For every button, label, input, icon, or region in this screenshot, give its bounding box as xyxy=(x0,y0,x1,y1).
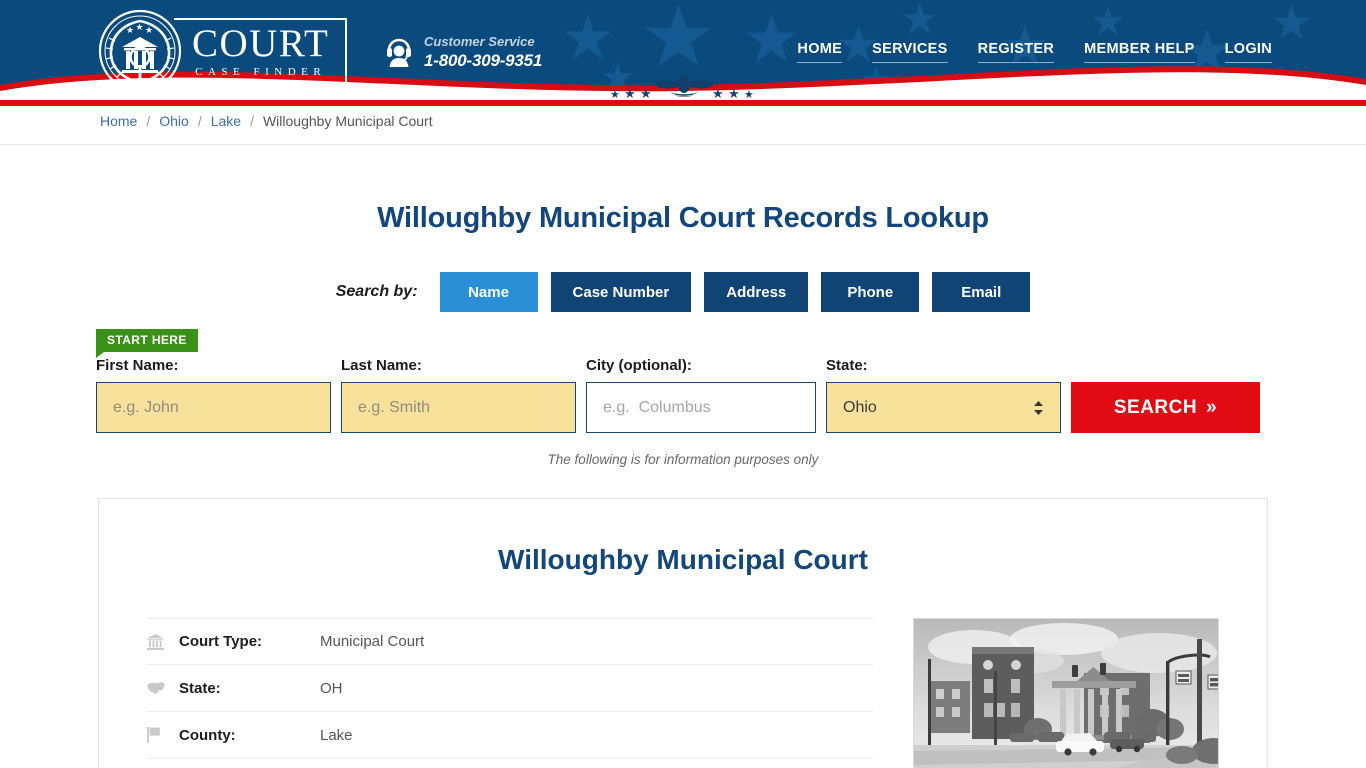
city-field-group: City (optional): xyxy=(586,357,816,433)
site-header: ★ ★ ★ ★ ★ ★ ★ ★ ★ ★ ★ ★ ★ COURT CASE FIN… xyxy=(0,0,1366,100)
search-by-label: Search by: xyxy=(335,283,418,300)
page-title: Willoughby Municipal Court Records Looku… xyxy=(377,202,989,234)
breadcrumb-item-home[interactable]: Home xyxy=(100,113,137,129)
svg-text:★: ★ xyxy=(145,25,153,35)
us-map-icon xyxy=(147,681,179,695)
breadcrumb-item-ohio[interactable]: Ohio xyxy=(159,113,189,129)
first-name-label: First Name: xyxy=(96,357,179,374)
court-info-card: Willoughby Municipal Court Court Type: M… xyxy=(98,498,1268,768)
information-notice: The following is for information purpose… xyxy=(547,452,819,467)
start-here-badge: START HERE xyxy=(96,329,198,358)
breadcrumb-item-lake[interactable]: Lake xyxy=(211,113,241,129)
detail-row-court-type: Court Type: Municipal Court xyxy=(147,618,874,665)
detail-label-state: State: xyxy=(179,679,221,697)
search-button-label: SEARCH xyxy=(1113,396,1198,418)
tab-case-number[interactable]: Case Number xyxy=(550,272,692,312)
tab-name[interactable]: Name xyxy=(439,272,538,312)
customer-service-block[interactable]: Customer Service 1-800-309-9351 xyxy=(385,33,542,71)
select-stepper-icon[interactable] xyxy=(1033,400,1044,416)
site-logo[interactable]: ★ ★ ★ COURT CASE FINDER xyxy=(98,9,348,93)
court-name-title: Willoughby Municipal Court xyxy=(498,544,868,575)
detail-row-county: County: Lake xyxy=(147,712,874,759)
breadcrumb-item-current: Willoughby Municipal Court xyxy=(262,113,433,129)
svg-text:★: ★ xyxy=(610,89,620,100)
tab-address[interactable]: Address xyxy=(704,272,809,312)
main-navigation: HOME SERVICES REGISTER MEMBER HELP LOGIN xyxy=(797,41,1272,63)
logo-wordmark: COURT xyxy=(192,21,330,65)
breadcrumb: Home / Ohio / Lake / Willoughby Municipa… xyxy=(100,113,433,129)
detail-value-court-type: Municipal Court xyxy=(320,633,425,650)
chevron-double-right-icon: » xyxy=(1206,396,1218,418)
court-seal-icon: ★ ★ ★ xyxy=(98,9,182,93)
customer-service-label: Customer Service xyxy=(424,34,535,49)
state-select[interactable]: Ohio xyxy=(826,382,1061,433)
breadcrumb-separator: / xyxy=(250,113,254,129)
search-button[interactable]: SEARCH » xyxy=(1071,382,1260,433)
nav-item-home[interactable]: HOME xyxy=(797,41,843,63)
svg-text:★: ★ xyxy=(136,22,144,32)
svg-text:★: ★ xyxy=(624,86,636,100)
flag-icon xyxy=(147,727,179,743)
svg-text:★: ★ xyxy=(744,89,754,100)
detail-row-state: State: OH xyxy=(147,665,874,712)
tab-phone[interactable]: Phone xyxy=(821,272,920,312)
customer-service-phone[interactable]: 1-800-309-9351 xyxy=(424,51,542,71)
search-form: START HERE First Name: Last Name: City (… xyxy=(96,329,1270,433)
search-by-tabs: Search by: Name Case Number Address Phon… xyxy=(0,272,1366,312)
header-red-stripe xyxy=(0,100,1366,106)
eagle-emblem-icon: ★ ★ ★ ★ ★ ★ xyxy=(594,72,774,100)
nav-item-member-help[interactable]: MEMBER HELP xyxy=(1084,41,1195,63)
nav-item-register[interactable]: REGISTER xyxy=(977,41,1055,63)
nav-item-services[interactable]: SERVICES xyxy=(872,41,948,63)
nav-item-login[interactable]: LOGIN xyxy=(1224,41,1272,63)
city-label: City (optional): xyxy=(586,357,692,374)
breadcrumb-separator: / xyxy=(197,113,202,129)
svg-text:★: ★ xyxy=(640,86,652,100)
logo-subtitle: CASE FINDER xyxy=(195,66,327,79)
bank-building-icon xyxy=(147,633,179,650)
city-input[interactable] xyxy=(586,382,816,433)
detail-value-county: Lake xyxy=(320,726,353,744)
court-detail-list: Court Type: Municipal Court State: OH Co… xyxy=(147,618,874,768)
last-name-field-group: Last Name: xyxy=(341,357,576,433)
headset-support-icon xyxy=(385,37,413,67)
svg-text:★: ★ xyxy=(712,86,724,100)
svg-text:★: ★ xyxy=(728,86,740,100)
breadcrumb-bar: Home / Ohio / Lake / Willoughby Municipa… xyxy=(0,100,1366,145)
detail-label-county: County: xyxy=(179,726,236,744)
state-field-group: State: Ohio xyxy=(826,357,1061,433)
first-name-input[interactable] xyxy=(96,382,331,433)
state-label: State: xyxy=(826,357,868,374)
first-name-field-group: First Name: xyxy=(96,357,331,433)
detail-label-court-type: Court Type: xyxy=(179,633,263,650)
courthouse-street-photo xyxy=(913,618,1219,768)
detail-value-state: OH xyxy=(320,679,343,697)
breadcrumb-separator: / xyxy=(146,113,151,129)
tab-email[interactable]: Email xyxy=(932,272,1031,312)
last-name-label: Last Name: xyxy=(341,357,422,374)
svg-text:★: ★ xyxy=(126,25,134,35)
main-content: Willoughby Municipal Court Records Looku… xyxy=(0,202,1366,768)
state-select-value: Ohio xyxy=(843,398,877,416)
last-name-input[interactable] xyxy=(341,382,576,433)
